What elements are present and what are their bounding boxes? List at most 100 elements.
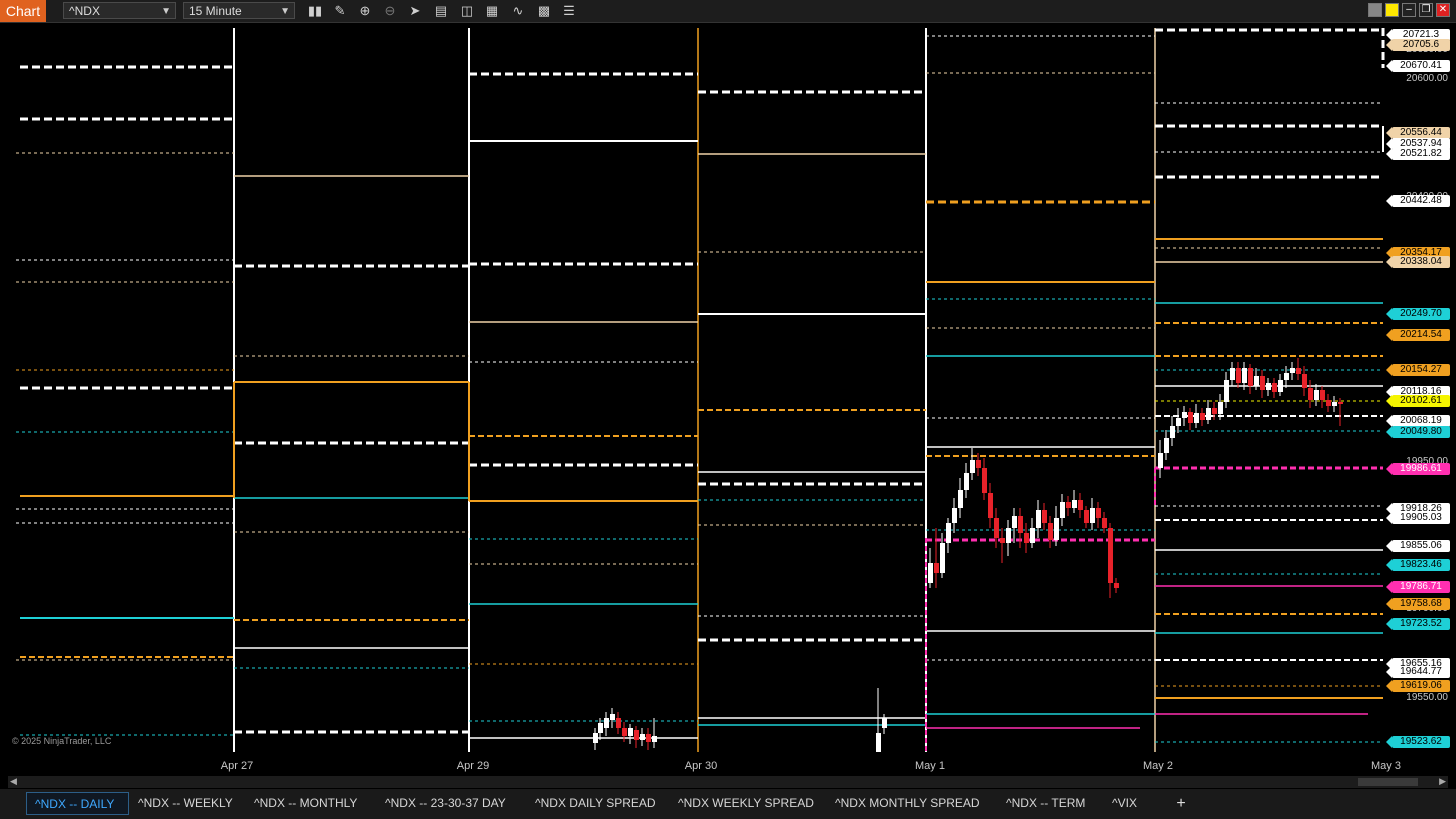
chart-title: Chart: [0, 0, 46, 22]
price-label: 19619.06: [1386, 680, 1450, 692]
scroll-right-icon[interactable]: ▶: [1439, 776, 1446, 787]
window-tile-icon[interactable]: [1368, 3, 1382, 17]
chart-toolbar: Chart ^NDX ▼ 15 Minute ▼ ▮▮ ✎ ⊕ ⊖ ➤ ▤ ◫ …: [0, 0, 1456, 23]
interval-value: 15 Minute: [189, 4, 242, 18]
tab-ndx-weekly[interactable]: ^NDX -- WEEKLY: [130, 792, 241, 815]
price-label: 19786.71: [1386, 581, 1450, 593]
candle-body: [1182, 412, 1187, 418]
candle-body: [604, 718, 609, 728]
candle-body: [610, 714, 615, 720]
horizontal-scrollbar[interactable]: ◀ ▶: [8, 776, 1448, 788]
candle-body: [628, 728, 633, 736]
candle-body: [1012, 516, 1017, 528]
interval-selector[interactable]: 15 Minute ▼: [183, 2, 295, 19]
candle-body: [994, 518, 999, 538]
candle-body: [1164, 438, 1169, 453]
candle-body: [1284, 373, 1289, 380]
zoom-in-icon[interactable]: ⊕: [355, 2, 375, 20]
candle-body: [1308, 388, 1313, 400]
candle-body: [1084, 510, 1089, 523]
close-icon[interactable]: ✕: [1436, 3, 1450, 17]
pointer-icon[interactable]: ➤: [405, 2, 425, 20]
tab-vix[interactable]: ^VIX: [1104, 792, 1145, 815]
tab-ndx-23-30-37-day[interactable]: ^NDX -- 23-30-37 DAY: [377, 792, 514, 815]
candle-body: [1024, 533, 1029, 543]
candle-body: [640, 734, 645, 740]
candle-body: [928, 563, 933, 583]
price-label: 19758.68: [1386, 598, 1450, 610]
x-axis-label: May 2: [1143, 760, 1173, 772]
price-label: 19986.61: [1386, 463, 1450, 475]
candle-body: [952, 508, 957, 523]
tab-ndx-daily[interactable]: ^NDX -- DAILY: [26, 792, 129, 815]
window-color-icon[interactable]: [1385, 3, 1399, 17]
tab-ndx-term[interactable]: ^NDX -- TERM: [998, 792, 1093, 815]
day-separators: [233, 28, 1156, 752]
candle-body: [970, 460, 975, 473]
zoom-out-icon[interactable]: ⊖: [380, 2, 400, 20]
candle-body: [1158, 453, 1163, 468]
restore-icon[interactable]: ❐: [1419, 3, 1433, 17]
price-label: 20670.41: [1386, 60, 1450, 72]
chart-window: Chart ^NDX ▼ 15 Minute ▼ ▮▮ ✎ ⊕ ⊖ ➤ ▤ ◫ …: [0, 0, 1456, 819]
candle-body: [946, 523, 951, 543]
price-label: 19905.03: [1386, 512, 1450, 524]
level-lines: [16, 28, 1385, 752]
candle-body: [934, 563, 939, 573]
data-box-icon[interactable]: ▤: [431, 2, 451, 20]
x-axis-label: May 1: [915, 760, 945, 772]
candle-body: [1102, 518, 1107, 528]
y-axis-tick: 19550.00: [1406, 692, 1448, 703]
candle-body: [634, 730, 639, 740]
candle-body: [1006, 528, 1011, 543]
chevron-down-icon: ▼: [280, 6, 290, 17]
properties-icon[interactable]: ◫: [457, 2, 477, 20]
price-label: 20154.27: [1386, 364, 1450, 376]
minimize-icon[interactable]: –: [1402, 3, 1416, 17]
tab-ndx-monthly-spread[interactable]: ^NDX MONTHLY SPREAD: [827, 792, 988, 815]
candle-body: [1236, 368, 1241, 383]
templates-icon[interactable]: ▦: [482, 2, 502, 20]
candle-body: [964, 473, 969, 490]
candle-body: [1230, 368, 1235, 380]
candle-body: [1108, 528, 1113, 583]
candle-body: [1242, 368, 1247, 383]
list-icon[interactable]: ☰: [559, 2, 579, 20]
tab-ndx-daily-spread[interactable]: ^NDX DAILY SPREAD: [527, 792, 664, 815]
candle-body: [1290, 368, 1295, 373]
candle-body: [1272, 383, 1277, 392]
candle-body: [1114, 583, 1119, 588]
tab-ndx-monthly[interactable]: ^NDX -- MONTHLY: [246, 792, 365, 815]
candle-body: [1296, 368, 1301, 374]
draw-icon[interactable]: ✎: [330, 2, 350, 20]
candle-body: [1248, 368, 1253, 386]
candle-body: [1048, 523, 1053, 540]
bar-type-icon[interactable]: ▮▮: [305, 2, 325, 20]
candle-body: [1254, 376, 1259, 386]
candle-body: [1072, 500, 1077, 508]
candle-body: [598, 723, 603, 733]
add-tab-button[interactable]: +: [1172, 792, 1190, 815]
x-axis-label: Apr 30: [684, 760, 718, 772]
x-axis-label: Apr 29: [456, 760, 490, 772]
tab-ndx-weekly-spread[interactable]: ^NDX WEEKLY SPREAD: [670, 792, 822, 815]
price-label: 20338.04: [1386, 256, 1450, 268]
instrument-selector[interactable]: ^NDX ▼: [63, 2, 176, 19]
price-label: 20249.70: [1386, 308, 1450, 320]
candle-body: [1332, 402, 1337, 406]
strategies-icon[interactable]: ▩: [534, 2, 554, 20]
y-axis-tick: 20600.00: [1406, 73, 1448, 84]
scroll-thumb[interactable]: [1358, 778, 1418, 786]
chart-tabs: ^NDX -- DAILY ^NDX -- WEEKLY ^NDX -- MON…: [0, 789, 1456, 819]
indicators-icon[interactable]: ∿: [508, 2, 528, 20]
candle-body: [1090, 508, 1095, 523]
candle-body: [982, 468, 987, 493]
copyright-text: © 2025 NinjaTrader, LLC: [12, 736, 112, 746]
candle-body: [646, 734, 651, 742]
price-chart[interactable]: [8, 28, 1452, 752]
candle-body: [1218, 402, 1223, 414]
candle-body: [1042, 510, 1047, 523]
scroll-left-icon[interactable]: ◀: [10, 776, 17, 787]
candle-body: [1278, 380, 1283, 392]
candle-body: [958, 490, 963, 508]
